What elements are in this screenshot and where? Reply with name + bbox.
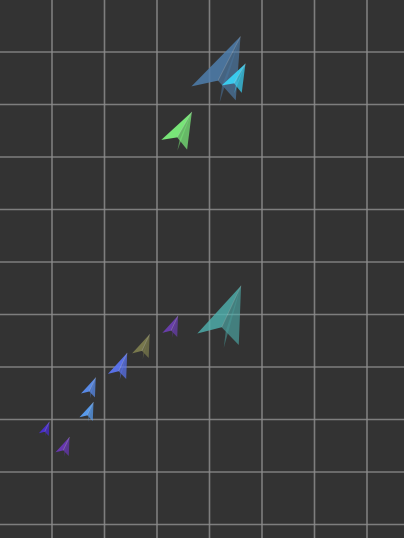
plane-indigo [38,421,50,437]
plane-wing-left [81,377,96,394]
plane-purple [162,315,179,338]
plane-violet [55,436,70,457]
plane-periwinkle [107,352,128,381]
plane-olive [132,334,150,360]
plane-wing-left [79,401,94,418]
plane-teal [197,285,242,348]
plane-wing-left [197,285,242,334]
game-canvas [0,0,404,538]
plane-wing-left [107,352,128,374]
plane-light-blue-2 [79,401,94,422]
plane-green [161,111,193,151]
paper-plane-swarm [38,36,246,457]
plane-wing-left [55,436,70,453]
plane-wing-left [162,315,179,333]
plane-wing-left [38,421,50,434]
plane-wing-left [132,334,150,354]
plane-light-blue-1 [81,377,97,399]
plane-steel-blue [191,36,241,103]
